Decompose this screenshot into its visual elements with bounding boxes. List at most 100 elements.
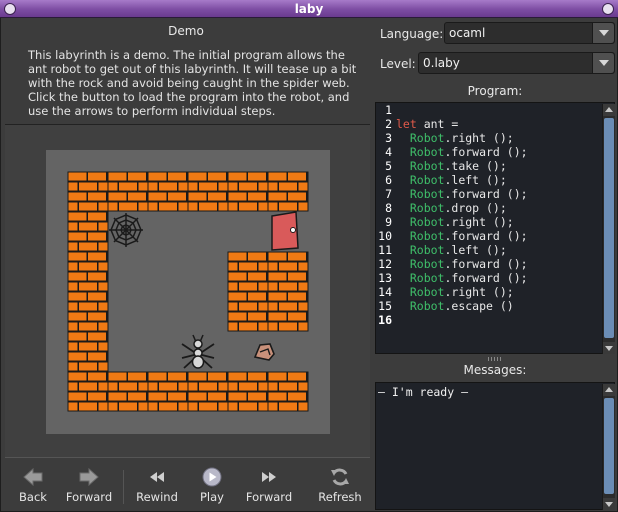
tile-wall <box>67 251 109 292</box>
line-number: 3 <box>385 131 392 145</box>
program-editor[interactable]: 1 2 let ant = 3 Robot.right (); 4 Robot.forw… <box>375 102 615 354</box>
messages-panel: — I'm ready — <box>375 382 615 510</box>
step-forward-label: Forward <box>245 490 293 504</box>
labyrinth-canvas <box>67 171 309 412</box>
tile-wall <box>147 171 189 212</box>
play-label: Play <box>200 490 224 504</box>
code-text: Robot.escape () <box>396 299 514 313</box>
code-text: Robot.left (); <box>396 173 507 187</box>
play-button[interactable]: Play <box>195 466 229 510</box>
labyrinth-board <box>46 150 330 434</box>
line-number: 14 <box>378 285 392 299</box>
tile-exit-door <box>271 211 299 251</box>
code-text: Robot.take (); <box>396 159 507 173</box>
tile-wall <box>267 291 309 332</box>
arrow-left-icon <box>23 467 43 487</box>
rewind-icon <box>150 472 164 482</box>
code-text: Robot.right (); <box>396 285 514 299</box>
tile-wall <box>147 371 189 412</box>
tile-wall <box>227 171 269 212</box>
refresh-label: Refresh <box>318 490 362 504</box>
line-number: 11 <box>378 243 392 257</box>
code-text: Robot.forward (); <box>396 145 528 159</box>
level-description: This labyrinth is a demo. The initial pr… <box>28 48 357 118</box>
level-value: 0.laby <box>423 56 460 70</box>
tile-wall <box>67 331 109 372</box>
tile-spider-web <box>109 213 143 247</box>
tile-rock <box>253 343 275 361</box>
main-window: Demo This labyrinth is a demo. The initi… <box>0 18 618 512</box>
language-select[interactable]: ocaml <box>444 22 615 44</box>
window-close-button[interactable] <box>602 3 614 15</box>
line-number: 1 <box>385 103 392 117</box>
scroll-thumb[interactable] <box>604 118 614 338</box>
tile-wall <box>67 371 109 412</box>
line-number: 15 <box>378 299 392 313</box>
tile-wall <box>67 171 109 212</box>
line-number: 10 <box>378 229 392 243</box>
tile-wall <box>67 291 109 332</box>
window-title: laby <box>294 2 324 16</box>
refresh-button[interactable]: Refresh <box>315 466 365 510</box>
scroll-down-icon[interactable] <box>603 498 615 510</box>
chevron-down-icon[interactable] <box>592 53 614 73</box>
tile-wall <box>227 251 269 292</box>
toolbar-separator <box>123 470 124 504</box>
rewind-label: Rewind <box>136 490 178 504</box>
language-label: Language: <box>380 27 444 41</box>
level-label: Level: <box>380 57 416 71</box>
refresh-icon <box>331 468 349 486</box>
tile-wall <box>107 171 149 212</box>
code-text: Robot.forward (); <box>396 257 528 271</box>
language-value: ocaml <box>449 26 486 40</box>
tile-wall <box>107 371 149 412</box>
tile-ant <box>181 334 215 369</box>
chevron-down-icon[interactable] <box>592 23 614 43</box>
message-text: — I'm ready — <box>378 385 469 399</box>
program-scrollbar[interactable] <box>602 104 615 354</box>
pane-resize-handle[interactable] <box>488 357 502 361</box>
tile-wall <box>267 251 309 292</box>
level-title: Demo <box>168 24 204 38</box>
tile-wall <box>267 371 309 412</box>
messages-scrollbar[interactable] <box>602 384 615 510</box>
window-titlebar[interactable]: laby <box>0 0 618 18</box>
world-view <box>5 124 370 458</box>
scroll-down-icon[interactable] <box>603 342 615 354</box>
code-text: Robot.forward (); <box>396 187 528 201</box>
scroll-up-icon[interactable] <box>603 104 615 116</box>
tile-wall <box>227 291 269 332</box>
line-number: 16 <box>378 313 392 327</box>
tile-wall <box>227 371 269 412</box>
arrow-right-icon <box>79 467 99 487</box>
messages-title: Messages: <box>463 363 527 377</box>
line-number: 7 <box>385 187 392 201</box>
tile-wall <box>187 371 229 412</box>
code-text: Robot.drop (); <box>396 201 507 215</box>
program-title: Program: <box>467 84 523 98</box>
back-label: Back <box>19 490 47 504</box>
level-select[interactable]: 0.laby <box>418 52 615 74</box>
code-text: let ant = <box>396 117 459 131</box>
scroll-thumb[interactable] <box>604 398 614 494</box>
line-number: 6 <box>385 173 392 187</box>
tile-wall <box>267 171 309 212</box>
line-number: 2 <box>385 117 392 131</box>
line-number: 4 <box>385 145 392 159</box>
tile-wall <box>67 211 109 252</box>
code-text: Robot.right (); <box>396 131 514 145</box>
forward-label: Forward <box>65 490 113 504</box>
code-text: Robot.forward (); <box>396 271 528 285</box>
tile-wall <box>187 171 229 212</box>
code-text: Robot.right (); <box>396 215 514 229</box>
step-forward-button[interactable]: Forward <box>243 466 295 510</box>
rewind-button[interactable]: Rewind <box>135 466 179 510</box>
back-button[interactable]: Back <box>15 466 51 510</box>
line-number: 9 <box>385 215 392 229</box>
line-number: 13 <box>378 271 392 285</box>
forward-button[interactable]: Forward <box>63 466 115 510</box>
scroll-up-icon[interactable] <box>603 384 615 396</box>
window-menu-button[interactable] <box>4 3 16 15</box>
control-toolbar: Back Forward Rewind Play Forward Refresh <box>1 462 371 512</box>
fast-forward-icon <box>262 472 276 482</box>
